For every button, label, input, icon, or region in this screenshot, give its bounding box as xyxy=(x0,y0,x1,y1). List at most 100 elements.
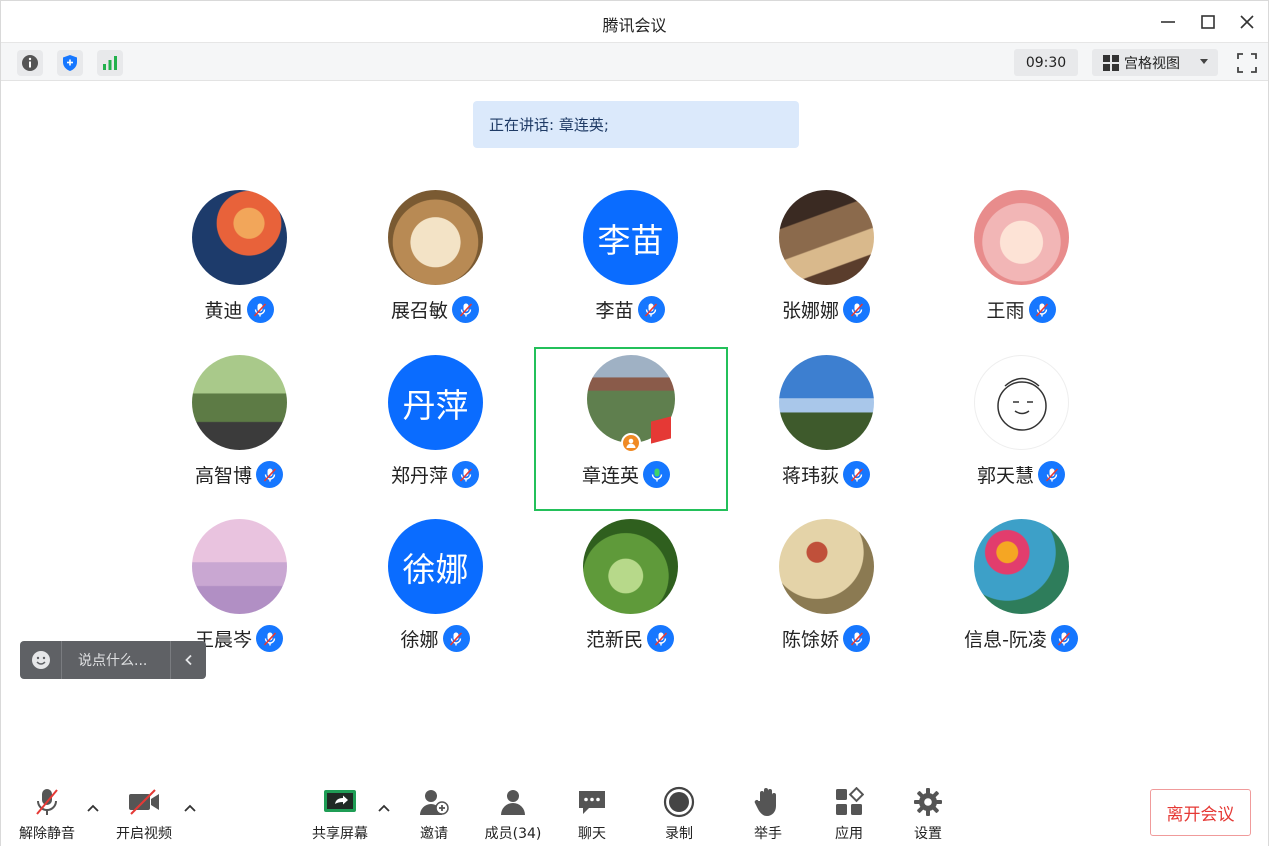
chevron-up-icon[interactable] xyxy=(376,801,392,817)
info-icon xyxy=(22,55,38,71)
fullscreen-button[interactable] xyxy=(1235,51,1259,75)
participant-name: 蒋玮荻 xyxy=(781,465,839,487)
participant-tile[interactable]: 张娜娜 xyxy=(751,190,901,340)
emoji-button[interactable] xyxy=(20,641,62,679)
participant-name: 郑丹萍 xyxy=(390,465,448,487)
participant-tile[interactable]: 黄迪 xyxy=(164,190,314,340)
raise-hand-label: 举手 xyxy=(754,826,782,842)
minimize-icon xyxy=(1161,21,1175,23)
maximize-button[interactable] xyxy=(1195,9,1221,35)
raise-hand-button[interactable]: 举手 xyxy=(728,785,808,843)
invite-button[interactable]: 邀请 xyxy=(394,785,474,843)
participant-name: 王雨 xyxy=(986,300,1025,322)
meeting-toolbar: 09:30 宫格视图 xyxy=(1,43,1268,81)
unmute-label: 解除静音 xyxy=(19,826,75,842)
participant-name: 张娜娜 xyxy=(781,300,839,322)
host-badge-icon xyxy=(621,433,641,453)
mic-muted-icon xyxy=(452,461,479,488)
participant-tile[interactable]: 陈馀娇 xyxy=(751,519,901,669)
mic-active-icon xyxy=(643,461,670,488)
share-screen-icon xyxy=(324,790,356,812)
participant-tile-speaking[interactable]: 章连英 xyxy=(559,355,709,505)
participant-name: 范新民 xyxy=(585,629,643,651)
close-icon xyxy=(1240,15,1254,29)
participant-name: 黄迪 xyxy=(204,300,243,322)
meeting-info-button[interactable] xyxy=(17,50,43,76)
participant-name: 徐娜 xyxy=(400,629,439,651)
participant-tile[interactable]: 王雨 xyxy=(946,190,1096,340)
share-screen-button[interactable]: 共享屏幕 xyxy=(300,785,380,843)
participant-name: 高智博 xyxy=(194,465,252,487)
close-button[interactable] xyxy=(1234,9,1260,35)
chevron-up-icon[interactable] xyxy=(182,801,198,817)
share-screen-label: 共享屏幕 xyxy=(312,826,368,842)
avatar-initials: 丹萍 xyxy=(388,355,483,450)
avatar-initials: 李苗 xyxy=(583,190,678,285)
signal-icon xyxy=(103,56,117,70)
participant-tile[interactable]: 蒋玮荻 xyxy=(751,355,901,505)
fullscreen-icon xyxy=(1237,53,1257,73)
chat-icon xyxy=(579,791,605,814)
maximize-icon xyxy=(1201,15,1215,29)
mic-muted-icon xyxy=(647,625,674,652)
hand-icon xyxy=(754,788,776,816)
mic-muted-icon xyxy=(843,625,870,652)
mic-muted-icon xyxy=(452,296,479,323)
participant-tile[interactable]: 徐娜 徐娜 xyxy=(360,519,510,669)
participant-tile[interactable]: 李苗 李苗 xyxy=(555,190,705,340)
mic-muted-icon xyxy=(843,461,870,488)
members-label: 成员(34) xyxy=(484,826,542,842)
smiley-icon xyxy=(31,651,50,669)
chevron-up-icon[interactable] xyxy=(85,801,101,817)
sketch-girl-icon xyxy=(997,377,1047,431)
settings-button[interactable]: 设置 xyxy=(888,785,968,843)
members-button[interactable]: 成员(34) xyxy=(473,785,553,843)
avatar xyxy=(583,519,678,614)
avatar xyxy=(192,355,287,450)
participant-tile[interactable]: 高智博 xyxy=(164,355,314,505)
mic-muted-icon xyxy=(442,625,470,652)
avatar xyxy=(974,355,1069,450)
apps-button[interactable]: 应用 xyxy=(809,785,889,843)
dropdown-caret-icon xyxy=(1200,59,1208,64)
quick-chat-input[interactable]: 说点什么... xyxy=(62,650,170,670)
gear-icon xyxy=(914,788,942,816)
participant-name: 章连英 xyxy=(581,465,639,487)
participant-tile[interactable]: 展召敏 xyxy=(360,190,510,340)
avatar-initials: 徐娜 xyxy=(388,519,483,614)
collapse-chat-button[interactable] xyxy=(170,641,206,679)
mic-muted-icon xyxy=(246,296,274,323)
participant-name: 李苗 xyxy=(595,300,634,322)
start-video-button[interactable]: 开启视频 xyxy=(104,785,184,843)
security-button[interactable] xyxy=(57,50,83,76)
unmute-button[interactable]: 解除静音 xyxy=(7,785,87,843)
chevron-left-icon xyxy=(184,654,192,666)
avatar xyxy=(974,190,1069,285)
participant-tile[interactable]: 丹萍 郑丹萍 xyxy=(360,355,510,505)
shield-icon xyxy=(63,55,77,71)
title-bar: 腾讯会议 xyxy=(1,1,1268,43)
record-button[interactable]: 录制 xyxy=(639,785,719,843)
view-mode-label: 宫格视图 xyxy=(1124,55,1180,72)
network-status-button[interactable] xyxy=(97,50,123,76)
meeting-window: 腾讯会议 09:30 宫格视图 正在讲话: 章连英; 黄迪 展召敏 李苗 李苗 … xyxy=(0,0,1269,846)
camera-off-icon xyxy=(129,789,159,815)
bottom-control-bar: 解除静音 开启视频 共享屏幕 邀请 成员(34) 聊天 录制 举手 应用 设置 … xyxy=(1,771,1268,846)
participant-name: 郭天慧 xyxy=(976,465,1034,487)
participant-name: 陈馀娇 xyxy=(781,629,839,651)
participant-tile[interactable]: 范新民 xyxy=(555,519,705,669)
mic-muted-icon xyxy=(843,296,870,323)
view-mode-dropdown[interactable]: 宫格视图 xyxy=(1092,49,1218,76)
grid-view-icon xyxy=(1103,54,1119,71)
settings-label: 设置 xyxy=(914,826,942,842)
flag-icon xyxy=(651,416,671,444)
leave-meeting-button[interactable]: 离开会议 xyxy=(1150,789,1251,836)
chat-label: 聊天 xyxy=(578,826,606,842)
minimize-button[interactable] xyxy=(1155,9,1181,35)
chat-button[interactable]: 聊天 xyxy=(552,785,632,843)
participant-tile[interactable]: 郭天慧 xyxy=(946,355,1096,505)
participant-tile[interactable]: 信息-阮凌 xyxy=(946,519,1096,669)
record-icon xyxy=(663,786,695,818)
avatar xyxy=(192,519,287,614)
invite-label: 邀请 xyxy=(420,826,448,842)
